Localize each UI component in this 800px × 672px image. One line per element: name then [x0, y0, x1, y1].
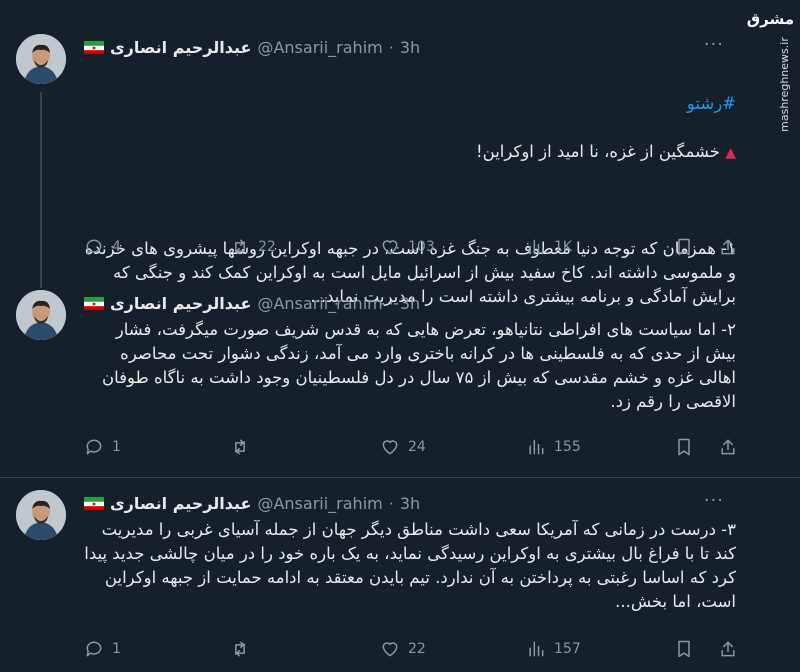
reply-button[interactable]: 4: [84, 235, 121, 259]
bookmark-icon: [678, 640, 690, 658]
bookmark-button[interactable]: [674, 435, 694, 459]
heart-icon: [382, 240, 398, 255]
like-count: 24: [408, 439, 426, 455]
reply-button[interactable]: 1: [84, 637, 121, 661]
tweet-body: ۳- درست در زمانی که آمریکا سعی داشت مناط…: [84, 520, 736, 611]
separator: ·: [388, 37, 394, 57]
more-options-icon[interactable]: ···: [704, 490, 724, 511]
avatar[interactable]: [16, 290, 66, 340]
retweet-button[interactable]: [230, 435, 258, 459]
timestamp[interactable]: 3h: [400, 494, 420, 513]
iran-flag-icon: [84, 496, 104, 510]
like-button[interactable]: 22: [380, 637, 426, 661]
more-options-icon[interactable]: ···: [704, 290, 724, 311]
share-icon: [721, 641, 735, 657]
user-handle[interactable]: @Ansarii_rahim: [257, 38, 382, 57]
display-name[interactable]: عبدالرحیم انصاری: [110, 38, 251, 57]
share-button[interactable]: [718, 235, 738, 259]
retweet-count: 22: [258, 239, 276, 255]
timestamp[interactable]: 3h: [400, 294, 420, 313]
views-count: 157: [554, 641, 581, 657]
views-button[interactable]: 155: [526, 435, 581, 459]
heart-icon: [382, 440, 398, 455]
share-icon: [721, 239, 735, 255]
like-button[interactable]: 24: [380, 435, 426, 459]
views-button[interactable]: 1K: [526, 235, 572, 259]
reply-count: 1: [112, 439, 121, 455]
tweet-body: ۲- اما سیاست های افراطی نتانیاهو، تعرض ه…: [102, 320, 736, 411]
tweet-actions: 4 22 103 1K: [84, 235, 735, 259]
share-icon: [721, 439, 735, 455]
retweet-icon: [235, 439, 245, 455]
like-count: 22: [408, 641, 426, 657]
views-count: 155: [554, 439, 581, 455]
tweet-actions: 1 22 157: [84, 637, 735, 661]
bookmark-icon: [678, 438, 690, 456]
like-count: 103: [408, 239, 435, 255]
share-button[interactable]: [718, 637, 738, 661]
retweet-button[interactable]: [230, 637, 258, 661]
tweet-header: عبدالرحیم انصاری @Ansarii_rahim · 3h ···: [84, 290, 724, 314]
retweet-icon: [235, 641, 245, 657]
user-handle[interactable]: @Ansarii_rahim: [257, 494, 382, 513]
bookmark-icon: [678, 238, 690, 256]
tweet-header: عبدالرحیم انصاری @Ansarii_rahim · 3h ···: [84, 34, 724, 58]
display-name[interactable]: عبدالرحیم انصاری: [110, 494, 251, 513]
tweet-actions: 1 24 155: [84, 435, 735, 459]
bookmark-button[interactable]: [674, 637, 694, 661]
reply-icon: [86, 239, 102, 255]
watermark-url: mashreghnews.ir: [778, 37, 792, 132]
red-triangle-icon: ▲: [725, 145, 736, 161]
retweet-icon: [235, 239, 245, 255]
retweet-button[interactable]: 22: [230, 235, 276, 259]
tweet-1[interactable]: عبدالرحیم انصاری @Ansarii_rahim · 3h ···…: [0, 34, 760, 306]
views-icon: [529, 239, 544, 255]
views-icon: [529, 439, 544, 455]
bookmark-button[interactable]: [674, 235, 694, 259]
watermark: مشرق mashreghnews.ir: [747, 10, 796, 132]
more-options-icon[interactable]: ···: [704, 34, 724, 55]
divider: [0, 477, 800, 478]
reply-icon: [86, 439, 102, 455]
like-button[interactable]: 103: [380, 235, 435, 259]
views-button[interactable]: 157: [526, 637, 581, 661]
separator: ·: [388, 493, 394, 513]
views-icon: [529, 641, 544, 657]
tweet-title: خشمگین از غزه، نا امید از اوکراین!: [476, 142, 720, 161]
views-count: 1K: [554, 239, 573, 255]
avatar[interactable]: [16, 490, 66, 540]
separator: ·: [388, 293, 394, 313]
share-button[interactable]: [718, 435, 738, 459]
tweet-3[interactable]: عبدالرحیم انصاری @Ansarii_rahim · 3h ···…: [0, 490, 760, 672]
user-handle[interactable]: @Ansarii_rahim: [257, 294, 382, 313]
display-name[interactable]: عبدالرحیم انصاری: [110, 294, 251, 313]
reply-count: 1: [112, 641, 121, 657]
mashregh-logo: مشرق: [746, 10, 794, 28]
avatar[interactable]: [16, 34, 66, 84]
reply-icon: [86, 641, 102, 657]
hashtag-link[interactable]: #رشتو: [84, 92, 736, 116]
tweet-header: عبدالرحیم انصاری @Ansarii_rahim · 3h ···: [84, 490, 724, 514]
timestamp[interactable]: 3h: [400, 38, 420, 57]
reply-count: 4: [112, 239, 121, 255]
tweet-2[interactable]: عبدالرحیم انصاری @Ansarii_rahim · 3h ···…: [0, 290, 760, 470]
heart-icon: [382, 642, 398, 657]
iran-flag-icon: [84, 40, 104, 54]
iran-flag-icon: [84, 296, 104, 310]
reply-button[interactable]: 1: [84, 435, 121, 459]
